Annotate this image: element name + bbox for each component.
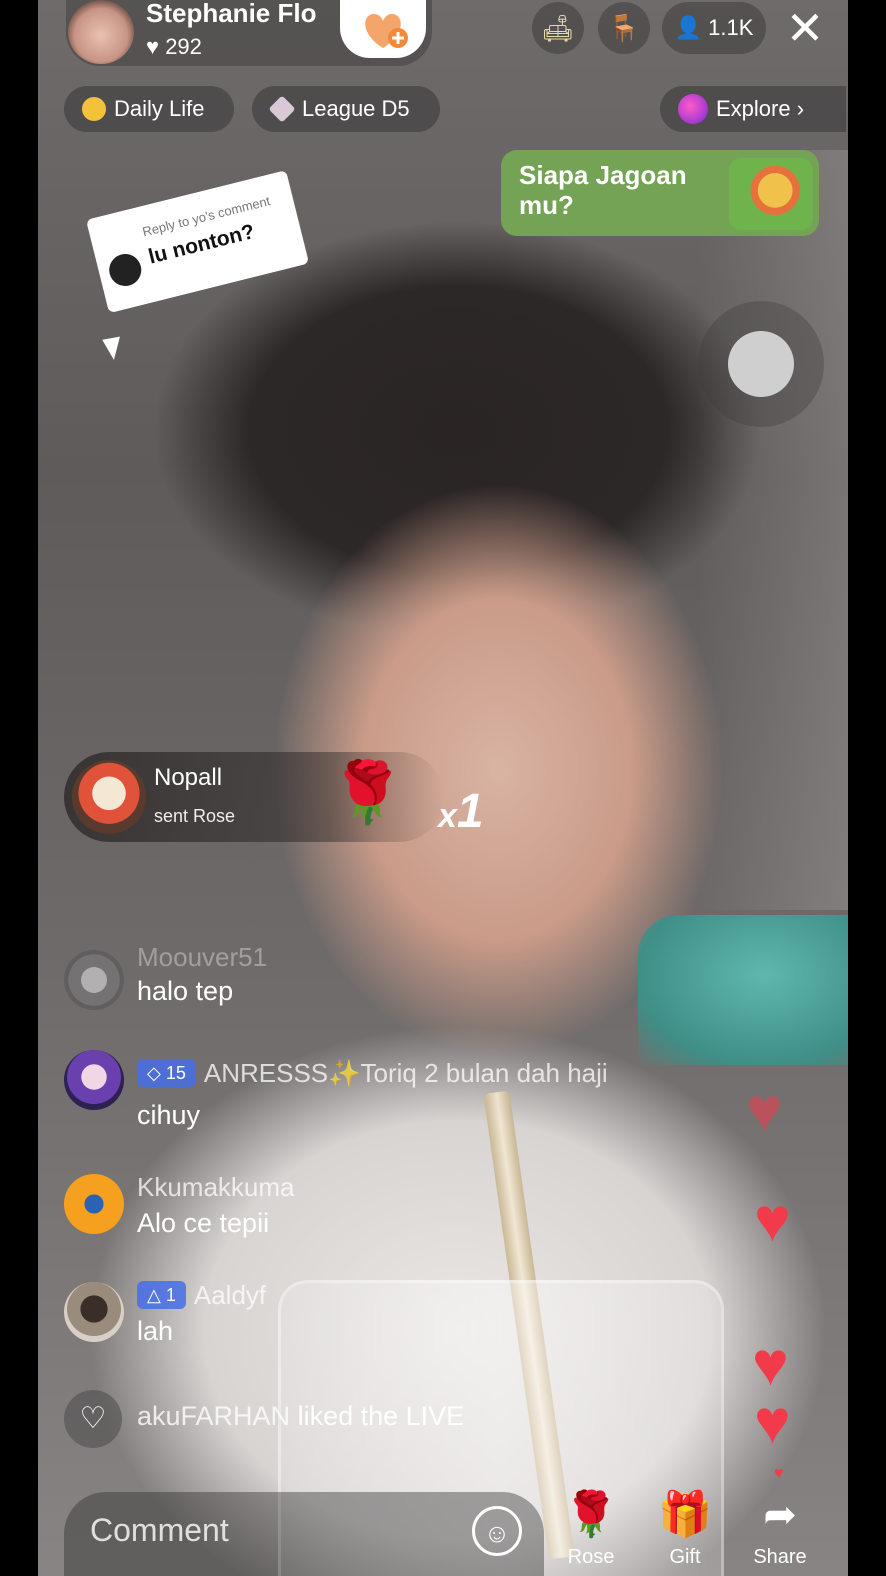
chat-avatar[interactable]	[64, 1050, 124, 1110]
floating-assistive-button[interactable]	[698, 301, 824, 427]
commenter-avatar	[105, 250, 145, 290]
host-name: Stephanie Flo	[146, 0, 317, 28]
gift-count: x1	[438, 784, 484, 839]
like-text: liked the LIVE	[297, 1401, 465, 1431]
floating-button-inner	[728, 331, 794, 397]
host-likes: ♥ 292	[146, 34, 202, 60]
chat-avatar[interactable]	[64, 1174, 124, 1234]
floating-heart-icon: ♥	[754, 1186, 791, 1255]
gift-icon[interactable]: 🎁	[650, 1490, 720, 1540]
chevron-right-icon: ›	[796, 96, 805, 121]
heart-outline-icon: ♡	[64, 1390, 122, 1448]
chip-daily-life[interactable]: Daily Life	[64, 86, 234, 132]
gift-label: Gift	[669, 1546, 701, 1568]
comment-placeholder: Comment	[90, 1512, 229, 1548]
emoji-icon[interactable]: ☺	[472, 1506, 522, 1556]
gift-sender-avatar[interactable]	[72, 760, 146, 834]
reply-card-tail	[102, 336, 124, 362]
chat-message: Alo ce tepii	[137, 1208, 270, 1238]
gift-action: sent Rose	[154, 806, 236, 826]
level-badge-value: 1	[165, 1285, 176, 1305]
planet-icon	[678, 93, 708, 124]
floating-heart-icon: ♥	[752, 1330, 789, 1399]
rose-label: Rose	[567, 1546, 615, 1568]
heart-icon: ♥	[146, 34, 160, 59]
rose-icon[interactable]: 🌹	[556, 1490, 626, 1540]
heart-plus-icon	[365, 14, 408, 48]
armchair-icon[interactable]: 🪑	[598, 2, 650, 54]
level-badge: ◇ 15	[137, 1059, 196, 1087]
chat-username[interactable]: Kkumakkuma	[137, 1172, 295, 1203]
sofa-icon[interactable]: 🛋	[532, 2, 584, 54]
chat-username[interactable]: Moouver51	[137, 942, 267, 973]
chat-avatar[interactable]	[64, 1282, 124, 1342]
rose-icon: 🌹	[330, 759, 405, 826]
chip-league[interactable]: League D5	[252, 86, 440, 132]
chip-explore[interactable]: Explore ›	[660, 86, 846, 132]
close-icon[interactable]: ✕	[780, 0, 830, 56]
background-chair	[638, 915, 848, 1065]
promo-card[interactable]: Siapa Jagoan mu?	[501, 150, 819, 236]
like-notification: akuFARHAN liked the LIVE	[137, 1401, 464, 1432]
chat-message: halo tep	[137, 976, 234, 1006]
chat-avatar[interactable]	[64, 950, 124, 1010]
triangle-icon: △	[147, 1285, 166, 1305]
level-badge-value: 15	[165, 1063, 186, 1083]
person-icon: 👤	[674, 15, 702, 40]
chat-username-text: ANRESSS✨Toriq 2 bulan dah haji	[203, 1058, 608, 1088]
host-likes-count: 292	[165, 34, 202, 59]
chat-message: lah	[137, 1316, 174, 1346]
chat-username[interactable]: △ 1 Aaldyf	[137, 1280, 266, 1311]
diamond-icon	[268, 95, 296, 123]
gift-multiplier: x	[438, 797, 457, 835]
floating-heart-icon: ♥	[774, 1465, 784, 1482]
floating-heart-icon: ♥	[746, 1076, 783, 1145]
level-badge: △ 1	[137, 1281, 186, 1309]
hashtag-icon	[82, 96, 106, 121]
chat-message: cihuy	[137, 1100, 201, 1130]
viewer-count-label: 1.1K	[708, 15, 754, 40]
follow-button[interactable]	[340, 0, 426, 58]
diamond-icon: ◇	[147, 1063, 166, 1083]
share-label: Share	[753, 1546, 807, 1568]
host-avatar[interactable]	[68, 0, 134, 64]
background-wall	[698, 150, 848, 910]
like-username[interactable]: akuFARHAN	[137, 1401, 290, 1431]
chat-username[interactable]: ◇ 15 ANRESSS✨Toriq 2 bulan dah haji	[137, 1058, 608, 1089]
chat-username-text: Aaldyf	[193, 1280, 267, 1310]
share-icon[interactable]: ➦	[745, 1490, 815, 1540]
promo-illustration	[729, 158, 813, 230]
promo-text: Siapa Jagoan mu?	[519, 160, 687, 220]
viewer-count[interactable]: 👤 1.1K	[662, 2, 766, 54]
floating-heart-icon: ♥	[754, 1388, 791, 1457]
gift-count-value: 1	[456, 785, 484, 838]
gift-sender-name: Nopall	[154, 764, 223, 791]
